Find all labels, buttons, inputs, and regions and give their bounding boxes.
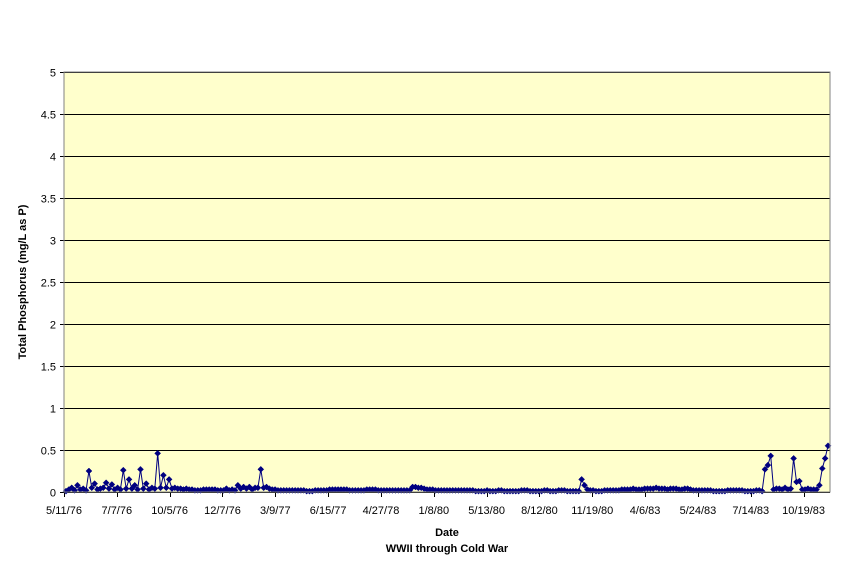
x-axis-title: Date xyxy=(435,527,459,539)
x-tick-label: 5/11/76 xyxy=(46,505,82,517)
y-tick-label: 2.5 xyxy=(41,278,56,290)
y-tick-label: 1.5 xyxy=(41,362,56,374)
x-tick-label: 4/27/78 xyxy=(363,505,400,517)
x-tick-label: 7/14/83 xyxy=(732,505,769,517)
y-tick-label: 3 xyxy=(50,236,56,248)
x-tick-label: 1/8/80 xyxy=(418,505,449,517)
x-tick-label: 8/12/80 xyxy=(521,505,558,517)
y-tick-label: 0.5 xyxy=(41,446,56,458)
y-axis-tick-labels: 0 0.5 1 1.5 2 2.5 3 3.5 4 4.5 5 xyxy=(41,68,56,500)
y-tick-label: 5 xyxy=(50,68,56,80)
y-tick-label: 3.5 xyxy=(41,194,56,206)
chart-subtitle: WWII through Cold War xyxy=(386,543,509,555)
x-tick-label: 10/5/76 xyxy=(151,505,188,517)
x-tick-label: 11/19/80 xyxy=(571,505,613,517)
x-tick-label: 7/7/76 xyxy=(102,505,133,517)
y-axis-title: Total Phosphorus (mg/L as P) xyxy=(17,204,29,359)
y-tick-label: 0 xyxy=(50,488,56,500)
x-tick-label: 6/15/77 xyxy=(310,505,347,517)
y-tick-label: 4.5 xyxy=(41,110,56,122)
y-tick-label: 1 xyxy=(50,404,56,416)
y-tick-label: 2 xyxy=(50,320,56,332)
y-tick-label: 4 xyxy=(50,152,56,164)
x-tick-label: 3/9/77 xyxy=(260,505,291,517)
x-tick-label: 4/6/83 xyxy=(630,505,661,517)
x-tick-label: 12/7/76 xyxy=(204,505,241,517)
chart: 0 0.5 1 1.5 2 2.5 3 3.5 4 4.5 5 5/11/76 7/7/76 10/5/… xyxy=(0,0,843,574)
chart-svg: 0 0.5 1 1.5 2 2.5 3 3.5 4 4.5 5 5/11/76 7/7/76 10/5/… xyxy=(17,68,832,555)
x-axis-tick-labels: 5/11/76 7/7/76 10/5/76 12/7/76 3/9/77 6/15/77… xyxy=(46,505,825,517)
x-tick-label: 5/13/80 xyxy=(468,505,505,517)
x-tick-label: 5/24/83 xyxy=(680,505,717,517)
x-tick-label: 10/19/83 xyxy=(782,505,825,517)
